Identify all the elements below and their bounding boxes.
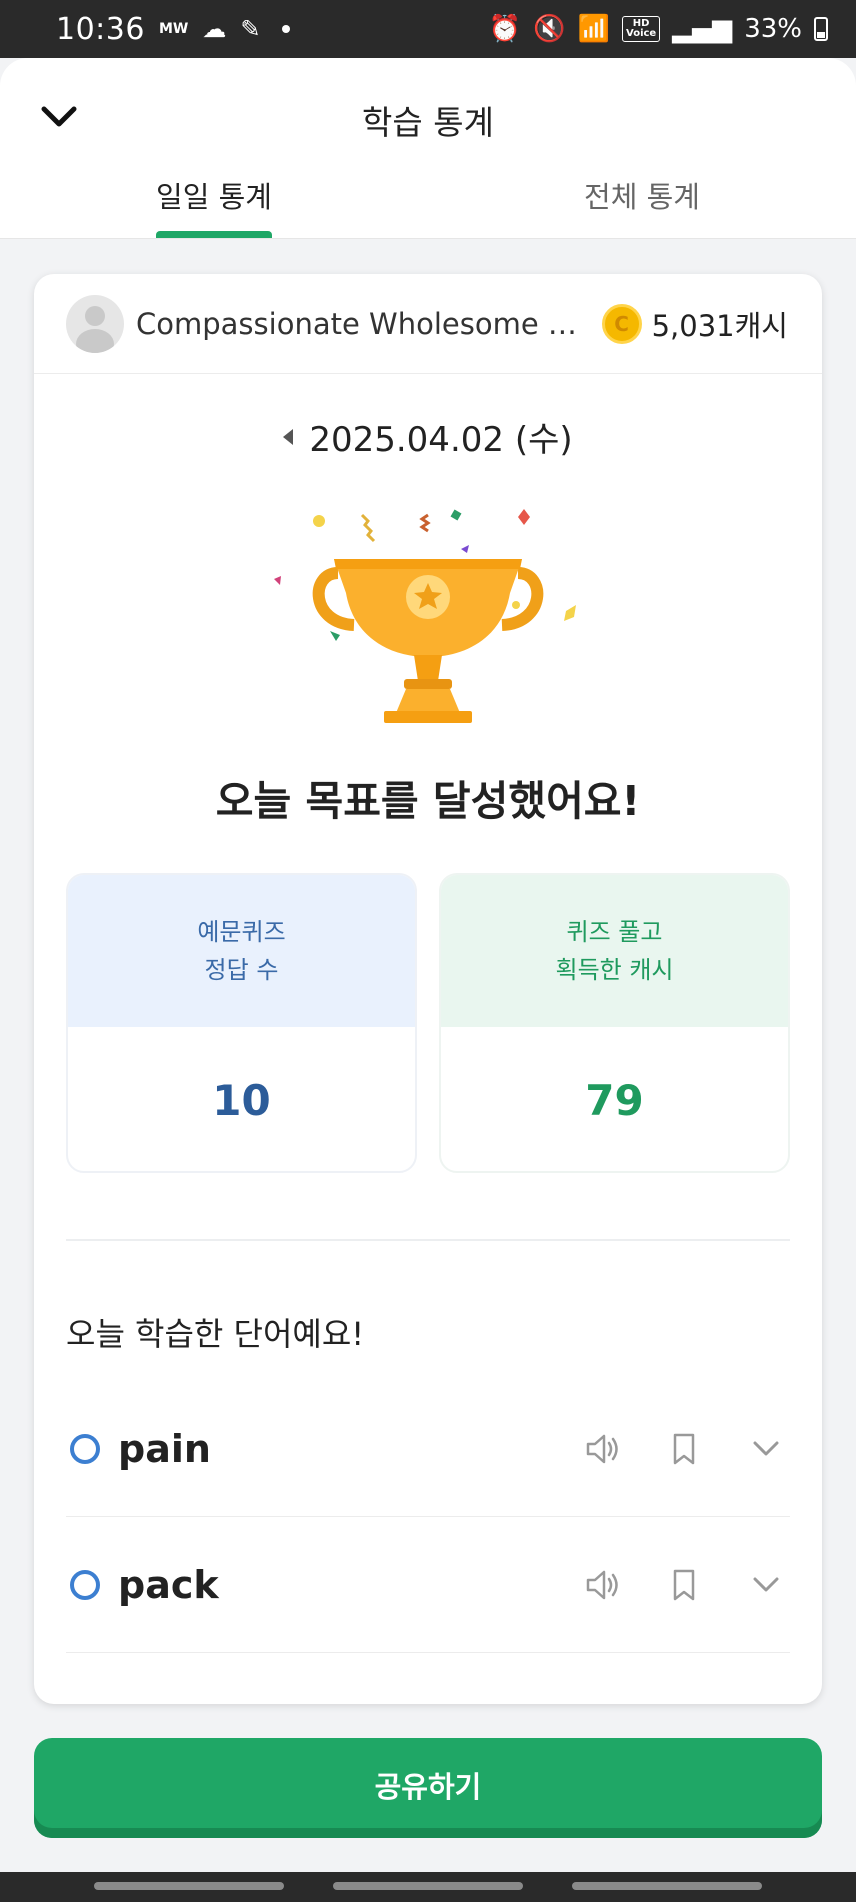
coin-icon: C (601, 303, 642, 344)
stat-label: 예문퀴즈 정답 수 (68, 875, 415, 1027)
status-left: 10:36 MW ☁ ✎ (56, 11, 291, 47)
word-actions (580, 1427, 788, 1471)
word-actions (580, 1563, 788, 1607)
date-text: 2025.04.02 (수) (309, 420, 573, 460)
chevron-down-icon (753, 1441, 779, 1455)
voice-label: Voice (626, 28, 657, 39)
mute-icon: 🔇 (533, 14, 566, 44)
status-right: ⏰ 🔇 📶 HD Voice ▂▄▆ 33% (489, 14, 828, 44)
word-row[interactable]: pain (66, 1381, 790, 1517)
hd-voice-icon: HD Voice (622, 16, 661, 42)
goal-message: 오늘 목표를 달성했어요! (215, 777, 641, 825)
header-divider (0, 238, 856, 239)
speaker-icon (586, 1434, 618, 1463)
tab-bar: 일일 통계 전체 통계 (0, 168, 856, 238)
stat-label: 퀴즈 풀고 획득한 캐시 (441, 875, 788, 1027)
word-text: pain (118, 1426, 211, 1471)
status-time: 10:36 (56, 11, 145, 47)
trophy-illustration (34, 501, 822, 741)
speaker-button[interactable] (580, 1563, 624, 1607)
page-title: 학습 통계 (362, 103, 494, 142)
bookmark-icon (673, 1569, 695, 1600)
date-row: 2025.04.02 (수) (34, 412, 822, 461)
speaker-button[interactable] (580, 1427, 624, 1471)
word-row[interactable]: pack (66, 1517, 790, 1653)
correct-circle-icon (70, 1433, 100, 1464)
tab-total-stats[interactable]: 전체 통계 (428, 168, 856, 238)
previous-date-icon[interactable] (283, 428, 294, 445)
nav-handle[interactable] (333, 1882, 523, 1890)
cash-earned-stat: 퀴즈 풀고 획득한 캐시 79 (439, 873, 790, 1173)
word-text: pack (118, 1562, 219, 1607)
avatar (66, 294, 124, 353)
signal-icon: ▂▄▆ (672, 14, 733, 44)
correct-circle-icon (70, 1569, 100, 1600)
speaker-icon (586, 1570, 618, 1599)
alarm-icon: ⏰ (488, 14, 522, 44)
stat-label-line2: 정답 수 (204, 956, 279, 984)
nav-handle[interactable] (94, 1882, 284, 1890)
trophy-icon (274, 509, 576, 723)
words-title: 오늘 학습한 단어예요! (66, 1315, 365, 1353)
nav-handle[interactable] (572, 1882, 762, 1890)
navigation-bar (0, 1872, 856, 1902)
cash-balance: 5,031캐시 (651, 308, 788, 343)
feather-icon: ✎ (240, 15, 261, 43)
quiz-correct-stat: 예문퀴즈 정답 수 10 (66, 873, 417, 1173)
coin-symbol: C (614, 311, 629, 336)
section-divider (66, 1239, 790, 1241)
status-bar: 10:36 MW ☁ ✎ ⏰ 🔇 📶 HD Voice ▂▄▆ 33% (0, 0, 856, 58)
battery-icon (814, 17, 828, 41)
stat-label-line1: 퀴즈 풀고 (566, 918, 663, 946)
header: 학습 통계 일일 통계 전체 통계 (0, 58, 856, 239)
word-list: pain pack (34, 1381, 822, 1653)
battery-text: 33% (744, 14, 802, 44)
bookmark-button[interactable] (662, 1427, 706, 1471)
stats-row: 예문퀴즈 정답 수 10 퀴즈 풀고 획득한 캐시 79 (34, 873, 822, 1173)
stat-label-line2: 획득한 캐시 (555, 956, 674, 984)
carrier-tag: MW (158, 21, 189, 37)
tab-daily-stats[interactable]: 일일 통계 (0, 168, 428, 238)
chat-bubble-icon: ☁ (202, 15, 227, 43)
user-row: Compassionate Wholesome Re... C 5,031캐시 (34, 274, 822, 374)
share-button[interactable]: 공유하기 (34, 1738, 822, 1838)
user-name: Compassionate Wholesome Re... (136, 306, 586, 341)
chevron-down-icon (753, 1577, 779, 1591)
expand-button[interactable] (744, 1563, 788, 1607)
notification-dot-icon (282, 25, 291, 33)
stat-value: 10 (212, 1075, 271, 1125)
bookmark-icon (673, 1433, 695, 1464)
stats-card: Compassionate Wholesome Re... C 5,031캐시 … (34, 274, 822, 1704)
wifi-icon: 📶 (577, 14, 610, 44)
stat-value: 79 (585, 1075, 644, 1125)
bookmark-button[interactable] (662, 1563, 706, 1607)
expand-button[interactable] (744, 1427, 788, 1471)
stat-label-line1: 예문퀴즈 (197, 918, 286, 946)
